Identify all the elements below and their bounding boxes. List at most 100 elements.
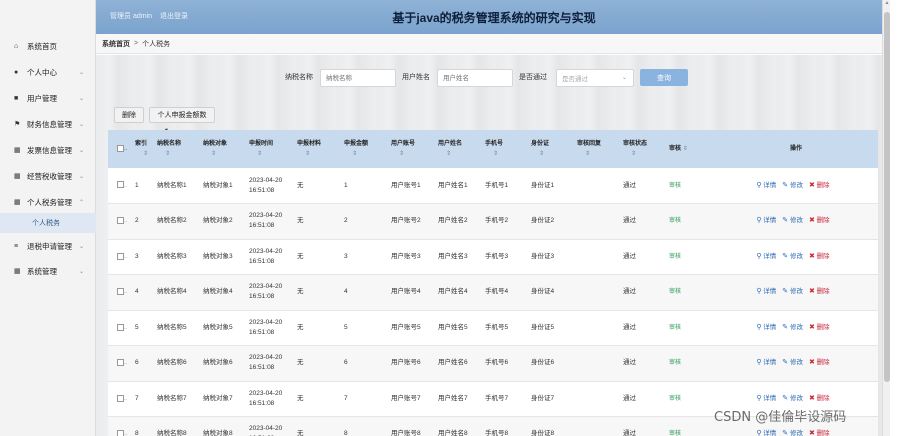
pencil-icon: ✎ xyxy=(782,252,789,260)
edit-button[interactable]: ✎ 修改 xyxy=(782,253,803,260)
row-checkbox[interactable]: .. xyxy=(108,346,132,382)
audit-link[interactable]: 审核 xyxy=(669,325,681,331)
search-icon: ⚲ xyxy=(756,359,762,367)
col-phone[interactable]: 手机号 ⇕ xyxy=(482,130,528,168)
sort-icon[interactable]: ⇕ xyxy=(438,149,482,159)
audit-link[interactable]: 审核 xyxy=(669,289,681,295)
row-checkbox[interactable]: .. xyxy=(108,381,132,417)
tax-name-input[interactable] xyxy=(320,69,396,87)
edit-button[interactable]: ✎ 修改 xyxy=(782,182,803,189)
audit-link[interactable]: 审核 xyxy=(669,396,681,402)
col-audit-reply[interactable]: 审核回复 ⇕ xyxy=(574,130,620,168)
row-delete-button[interactable]: ✖ 删除 xyxy=(809,359,830,366)
sort-icon[interactable]: ⇕ xyxy=(157,149,200,159)
user-name-input[interactable] xyxy=(437,69,513,87)
sidebar-item-system[interactable]: ▦ 系统管理 ⌄ xyxy=(0,260,96,282)
edit-button[interactable]: ✎ 修改 xyxy=(782,288,803,295)
row-checkbox[interactable]: .. xyxy=(108,417,132,436)
table-row: .. 1 纳税名称1 纳税对象1 2023-04-20 16:51:08 无 1 用户账号1 用… xyxy=(108,168,878,204)
cell-user-name: 用户姓名6 xyxy=(438,359,468,367)
sidebar-item-user-management[interactable]: ■ 用户管理 ⌄ xyxy=(0,87,96,109)
edit-button[interactable]: ✎ 修改 xyxy=(782,395,803,402)
row-delete-button[interactable]: ✖ 删除 xyxy=(809,217,830,224)
row-checkbox[interactable]: .. xyxy=(108,239,132,275)
sort-icon[interactable]: ⇕ xyxy=(249,149,294,159)
edit-button[interactable]: ✎ 修改 xyxy=(782,359,803,366)
col-user-name[interactable]: 用户姓名 ⇕ xyxy=(435,130,482,168)
vertical-scrollbar[interactable]: ▲ xyxy=(882,0,890,436)
table-row: .. 2 纳税名称2 纳税对象2 2023-04-20 16:51:08 无 2 用户账号2 用… xyxy=(108,203,878,240)
cell-material: 无 xyxy=(297,323,304,331)
declare-amount-button[interactable]: 个人申报金额数 xyxy=(149,107,215,123)
sidebar-item-home[interactable]: ⌂ 系统首页 xyxy=(0,35,96,57)
cell-tax-name: 纳税名称3 xyxy=(157,252,187,260)
edit-button[interactable]: ✎ 修改 xyxy=(782,324,803,331)
table-row: .. 3 纳税名称3 纳税对象3 2023-04-20 16:51:08 无 3 用户账号3 用… xyxy=(108,239,878,275)
query-button[interactable]: 查询 xyxy=(640,69,688,86)
col-material[interactable]: 申报材料 ⇕ xyxy=(294,130,341,168)
sidebar-item-finance[interactable]: ⚑ 财务信息管理 ⌄ xyxy=(0,113,96,135)
sort-icon[interactable]: ⇕ xyxy=(391,149,435,159)
sort-icon[interactable]: ⇕ xyxy=(135,149,154,159)
row-checkbox[interactable]: .. xyxy=(108,168,132,204)
select-all-checkbox[interactable]: .. xyxy=(108,130,132,168)
cell-audit-status: 通过 xyxy=(623,288,636,296)
scroll-thumb[interactable] xyxy=(884,12,890,382)
col-tax-name[interactable]: 纳税名称 ⇕ xyxy=(154,130,200,168)
edit-button[interactable]: ✎ 修改 xyxy=(782,430,803,436)
sidebar-subitem-personal-tax[interactable]: 个人税务 xyxy=(0,213,96,233)
row-delete-button[interactable]: ✖ 删除 xyxy=(809,182,830,189)
row-checkbox[interactable]: .. xyxy=(108,204,132,240)
breadcrumb-home[interactable]: 系统首页 xyxy=(102,39,130,49)
sort-icon[interactable]: ⇕ xyxy=(531,149,574,159)
row-delete-button[interactable]: ✖ 删除 xyxy=(809,395,830,402)
row-checkbox[interactable]: .. xyxy=(108,310,132,346)
row-delete-button[interactable]: ✖ 删除 xyxy=(809,430,830,436)
scroll-up-icon[interactable]: ▲ xyxy=(883,0,891,6)
sort-icon[interactable]: ⇕ xyxy=(485,149,528,159)
sidebar-item-business-tax[interactable]: ▦ 经营税收管理 ⌄ xyxy=(0,165,96,187)
col-apply-time[interactable]: 申报时间 ⇕ xyxy=(246,130,294,168)
audit-link[interactable]: 审核 xyxy=(669,254,681,260)
sidebar-item-personal-center[interactable]: ● 个人中心 ⌄ xyxy=(0,61,96,83)
col-index[interactable]: 索引 ⇕ xyxy=(132,130,154,168)
detail-button[interactable]: ⚲ 详情 xyxy=(756,324,776,331)
sort-icon[interactable]: ⇕ xyxy=(577,149,620,159)
sort-icon[interactable]: ⇕ xyxy=(344,149,388,159)
sidebar-item-refund[interactable]: ≡ 退税申请管理 ⌄ xyxy=(0,235,96,257)
detail-button[interactable]: ⚲ 详情 xyxy=(756,359,776,366)
passed-select[interactable]: 是否通过 ⌄ xyxy=(556,69,634,87)
sort-icon[interactable]: ⇕ xyxy=(623,149,666,159)
col-idcard[interactable]: 身份证 ⇕ xyxy=(528,130,574,168)
audit-link[interactable]: 审核 xyxy=(669,218,681,224)
audit-link[interactable]: 审核 xyxy=(669,360,681,366)
col-account[interactable]: 用户账号 ⇕ xyxy=(388,130,435,168)
sort-icon[interactable]: ⇕ xyxy=(203,149,246,159)
detail-button[interactable]: ⚲ 详情 xyxy=(756,217,776,224)
detail-button[interactable]: ⚲ 详情 xyxy=(756,288,776,295)
col-audit-status[interactable]: 审核状态 ⇕ xyxy=(620,130,666,168)
cell-account: 用户账号4 xyxy=(391,288,421,296)
edit-button[interactable]: ✎ 修改 xyxy=(782,217,803,224)
col-amount[interactable]: 申报金额 ⇕ xyxy=(341,130,388,168)
sidebar-item-label: 退税申请管理 xyxy=(27,241,72,251)
search-icon: ⚲ xyxy=(756,181,762,189)
user-icon: ● xyxy=(14,68,19,76)
row-delete-button[interactable]: ✖ 删除 xyxy=(809,324,830,331)
sort-icon[interactable]: ⇕ xyxy=(683,146,688,152)
audit-link[interactable]: 审核 xyxy=(669,183,681,189)
delete-button[interactable]: 删除 xyxy=(114,107,144,123)
audit-link[interactable]: 审核 xyxy=(669,431,681,436)
sidebar-item-personal-tax[interactable]: ▦ 个人税务管理 ⌃ xyxy=(0,191,96,213)
sidebar-item-invoice[interactable]: ▦ 发票信息管理 ⌄ xyxy=(0,139,96,161)
col-tax-object[interactable]: 纳税对象 ⇕ xyxy=(200,130,246,168)
row-delete-button[interactable]: ✖ 删除 xyxy=(809,253,830,260)
row-delete-button[interactable]: ✖ 删除 xyxy=(809,288,830,295)
sort-icon[interactable]: ⇕ xyxy=(297,149,341,159)
col-audit[interactable]: 审核 ⇕ xyxy=(666,130,711,168)
row-checkbox[interactable]: .. xyxy=(108,275,132,311)
detail-button[interactable]: ⚲ 详情 xyxy=(756,395,776,402)
detail-button[interactable]: ⚲ 详情 xyxy=(756,182,776,189)
detail-button[interactable]: ⚲ 详情 xyxy=(756,430,776,436)
detail-button[interactable]: ⚲ 详情 xyxy=(756,253,776,260)
